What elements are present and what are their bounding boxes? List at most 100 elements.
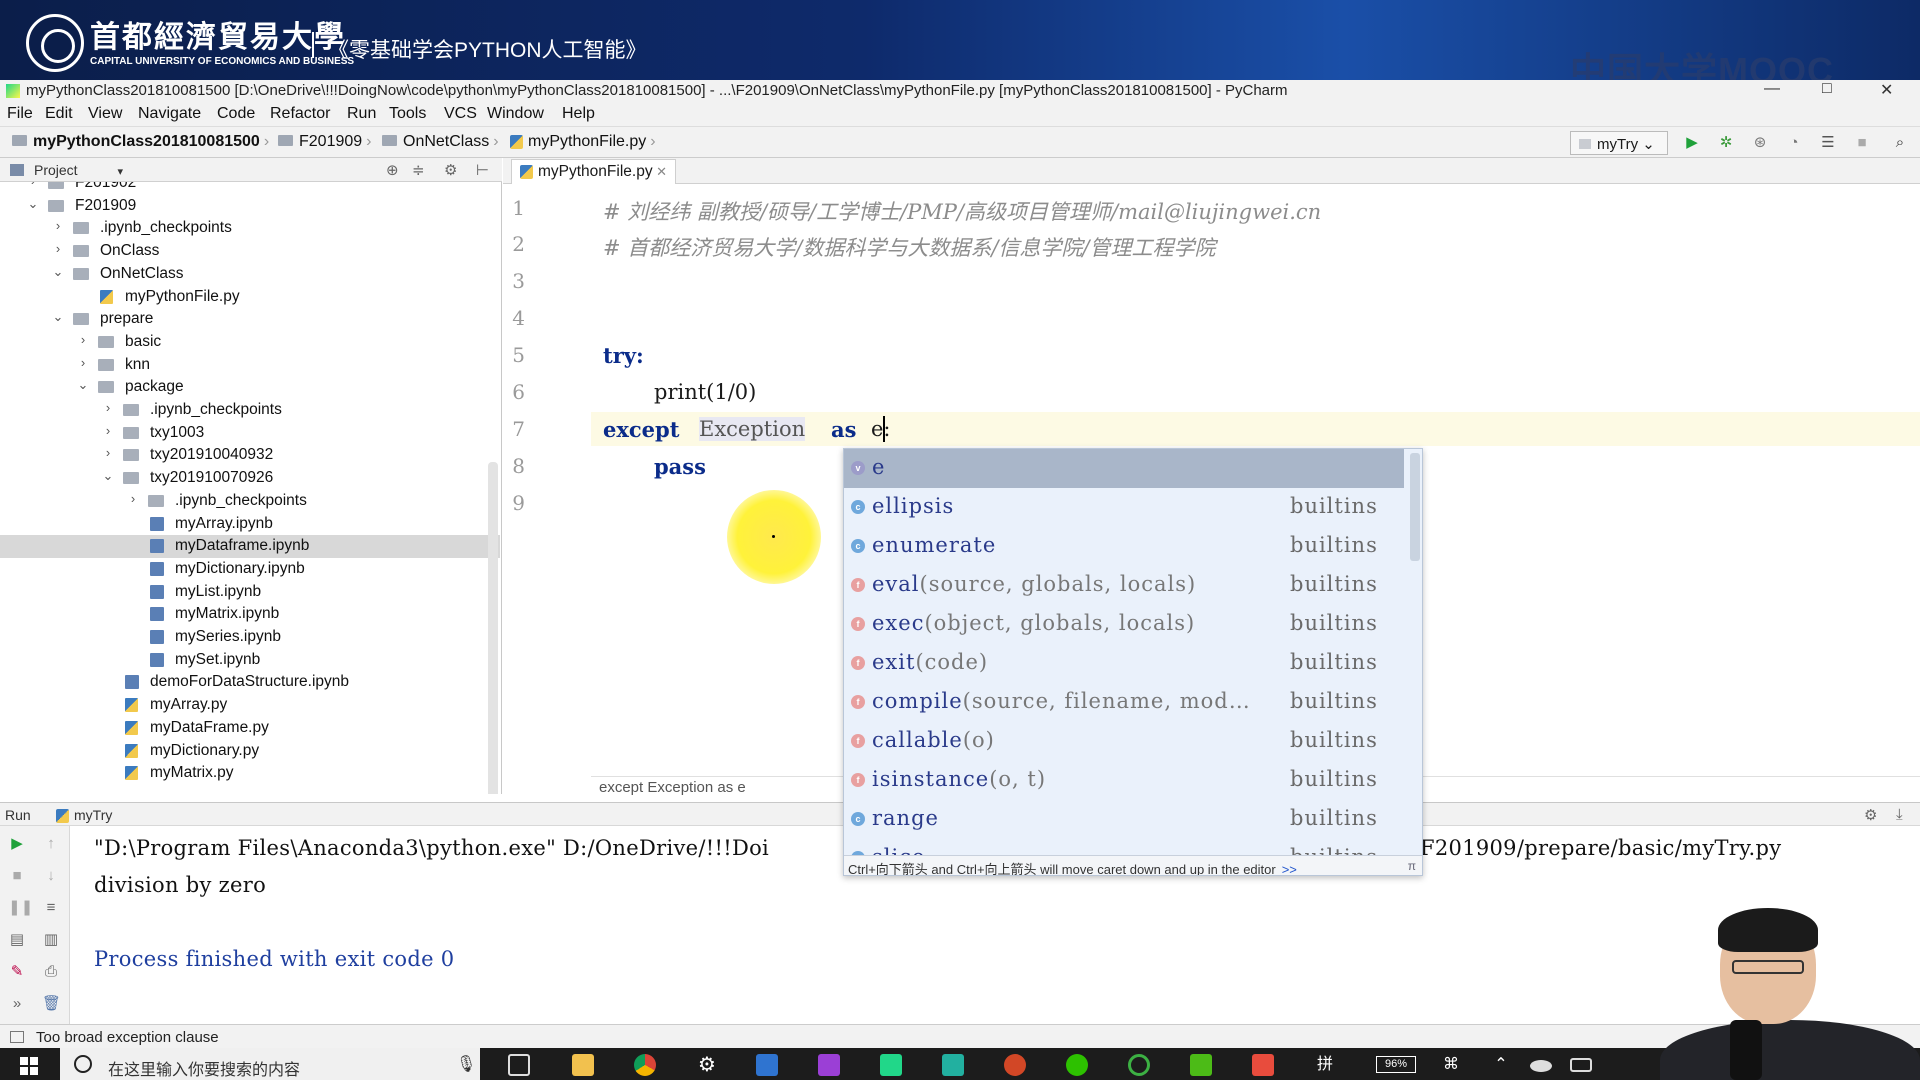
chrome-icon[interactable] [634, 1054, 656, 1076]
completion-item[interactable]: f exec(object, globals, locals) builtins [844, 605, 1404, 644]
more-icon[interactable]: » [8, 996, 26, 1012]
gear-icon[interactable]: ⚙ [1864, 806, 1877, 824]
coverage-icon[interactable]: ⊛ [1752, 135, 1768, 151]
chevron-down-icon[interactable]: ⌄ [76, 377, 90, 393]
toggle-tool-windows-icon[interactable] [10, 1031, 24, 1043]
tree-item[interactable]: myList.ipynb [0, 581, 500, 604]
settings-icon[interactable]: ⚙ [696, 1054, 718, 1076]
app-icon-ring[interactable] [1128, 1054, 1150, 1076]
close-tab-icon[interactable]: ✕ [656, 164, 667, 180]
completion-item[interactable]: f compile(source, filename, mod… builtins [844, 683, 1404, 722]
search-icon[interactable]: ⌕ [1892, 135, 1908, 151]
menu-view[interactable]: View [88, 105, 122, 123]
completion-scrollbar[interactable] [1410, 453, 1420, 561]
locate-icon[interactable]: ⊕ [386, 161, 399, 179]
tab-mypythonfile[interactable]: myPythonFile.py ✕ [511, 159, 676, 184]
menu-code[interactable]: Code [217, 105, 255, 123]
breadcrumb-project[interactable]: myPythonClass201810081500 › [12, 133, 273, 151]
breadcrumb-folder-onnetclass[interactable]: OnNetClass › [382, 133, 503, 151]
pycharm-taskbar-icon[interactable] [880, 1054, 902, 1076]
completion-item[interactable]: c range builtins [844, 800, 1404, 839]
chevron-down-icon[interactable]: ⌄ [51, 264, 65, 280]
tree-item[interactable]: › F201902 [0, 182, 500, 195]
tree-item[interactable]: myArray.ipynb [0, 513, 500, 536]
stop-icon[interactable]: ■ [8, 868, 26, 884]
stop-icon[interactable]: ■ [1854, 135, 1870, 151]
hide-panel-icon[interactable]: ⤓ [1896, 806, 1903, 823]
chevron-right-icon[interactable]: › [101, 445, 115, 460]
breadcrumb-file[interactable]: myPythonFile.py › [510, 133, 660, 151]
chevron-down-icon[interactable]: ⌄ [101, 468, 115, 484]
chevron-up-icon[interactable]: ⌃ [1490, 1054, 1512, 1076]
chevron-down-icon[interactable]: ⌄ [26, 196, 40, 212]
soft-wrap-icon[interactable]: ≡ [42, 900, 60, 916]
input-method-icon[interactable]: 拼 [1314, 1054, 1336, 1076]
menu-window[interactable]: Window [487, 105, 544, 123]
menu-help[interactable]: Help [562, 105, 595, 123]
menu-edit[interactable]: Edit [45, 105, 73, 123]
chevron-right-icon[interactable]: › [26, 182, 40, 188]
file-explorer-icon[interactable] [572, 1054, 594, 1076]
project-panel-title[interactable]: Project ▾ [34, 162, 123, 178]
chevron-right-icon[interactable]: › [51, 218, 65, 233]
tree-item[interactable]: myDictionary.ipynb [0, 558, 500, 581]
tree-item[interactable]: › knn [0, 354, 500, 377]
tree-item[interactable]: myDictionary.py [0, 740, 500, 763]
menu-run[interactable]: Run [347, 105, 376, 123]
pin-tab-icon[interactable]: ✎ [8, 964, 26, 980]
tree-item[interactable]: ⌄ package [0, 376, 500, 399]
completion-item[interactable]: ve [844, 449, 1404, 488]
completion-more-link[interactable]: >> [1282, 862, 1297, 875]
tree-item[interactable]: ⌄ OnNetClass [0, 263, 500, 286]
project-scrollbar[interactable] [488, 462, 498, 794]
run-icon[interactable]: ▶ [1684, 135, 1700, 151]
tree-item[interactable]: demoForDataStructure.ipynb [0, 671, 500, 694]
chevron-right-icon[interactable]: › [51, 241, 65, 256]
app-icon-red[interactable] [1252, 1054, 1274, 1076]
print-icon[interactable]: ⎙ [42, 964, 60, 980]
tree-item[interactable]: myMatrix.ipynb [0, 603, 500, 626]
completion-item[interactable]: f callable(o) builtins [844, 722, 1404, 761]
tree-item[interactable]: › .ipynb_checkpoints [0, 217, 500, 240]
layout-icon[interactable]: ▤ [8, 932, 26, 948]
run-config-select[interactable]: myTry ⌄ [1570, 131, 1668, 155]
microphone-icon[interactable]: 🎙 [456, 1054, 476, 1074]
tree-item[interactable]: mySet.ipynb [0, 649, 500, 672]
clion-icon[interactable] [942, 1054, 964, 1076]
intellij-icon[interactable] [818, 1054, 840, 1076]
chevron-right-icon[interactable]: › [76, 332, 90, 347]
tree-item[interactable]: › .ipynb_checkpoints [0, 399, 500, 422]
tree-item[interactable]: myArray.py [0, 694, 500, 717]
task-view-icon[interactable] [508, 1054, 530, 1076]
tree-item[interactable]: › .ipynb_checkpoints [0, 490, 500, 513]
close-button[interactable]: ✕ [1880, 80, 1893, 100]
completion-item[interactable]: c ellipsis builtins [844, 488, 1404, 527]
completion-item[interactable]: f exit(code) builtins [844, 644, 1404, 683]
menu-navigate[interactable]: Navigate [138, 105, 201, 123]
completion-item[interactable]: c enumerate builtins [844, 527, 1404, 566]
build-icon[interactable]: ☰ [1820, 135, 1836, 151]
menu-refactor[interactable]: Refactor [270, 105, 330, 123]
app-icon-green[interactable] [1190, 1054, 1212, 1076]
tree-item[interactable]: myDataFrame.py [0, 717, 500, 740]
tree-item[interactable]: ⌄ txy201910070926 [0, 467, 500, 490]
maximize-button[interactable]: □ [1822, 80, 1832, 98]
tree-item[interactable]: myMatrix.py [0, 762, 500, 785]
debug-icon[interactable]: ✲ [1718, 135, 1734, 151]
scroll-down-icon[interactable]: ↓ [42, 868, 60, 884]
cloud-icon[interactable] [1530, 1060, 1552, 1072]
menu-file[interactable]: File [7, 105, 33, 123]
tree-item[interactable]: myDataframe.ipynb [0, 535, 500, 559]
tree-item[interactable]: ⌄ prepare [0, 308, 500, 331]
completion-item[interactable]: f isinstance(o, t) builtins [844, 761, 1404, 800]
taskbar-search[interactable]: 在这里输入你要搜索的内容 🎙 [60, 1048, 480, 1080]
minimize-button[interactable]: — [1764, 80, 1780, 98]
tree-item[interactable]: › basic [0, 331, 500, 354]
wechat-icon[interactable] [1066, 1054, 1088, 1076]
completion-item[interactable]: f eval(source, globals, locals) builtins [844, 566, 1404, 605]
scroll-up-icon[interactable]: ↑ [42, 836, 60, 852]
tree-item[interactable]: ⌄ F201909 [0, 195, 500, 218]
breadcrumb-folder-f201909[interactable]: F201909 › [278, 133, 376, 151]
chevron-right-icon[interactable]: › [76, 355, 90, 370]
chevron-right-icon[interactable]: › [101, 400, 115, 415]
